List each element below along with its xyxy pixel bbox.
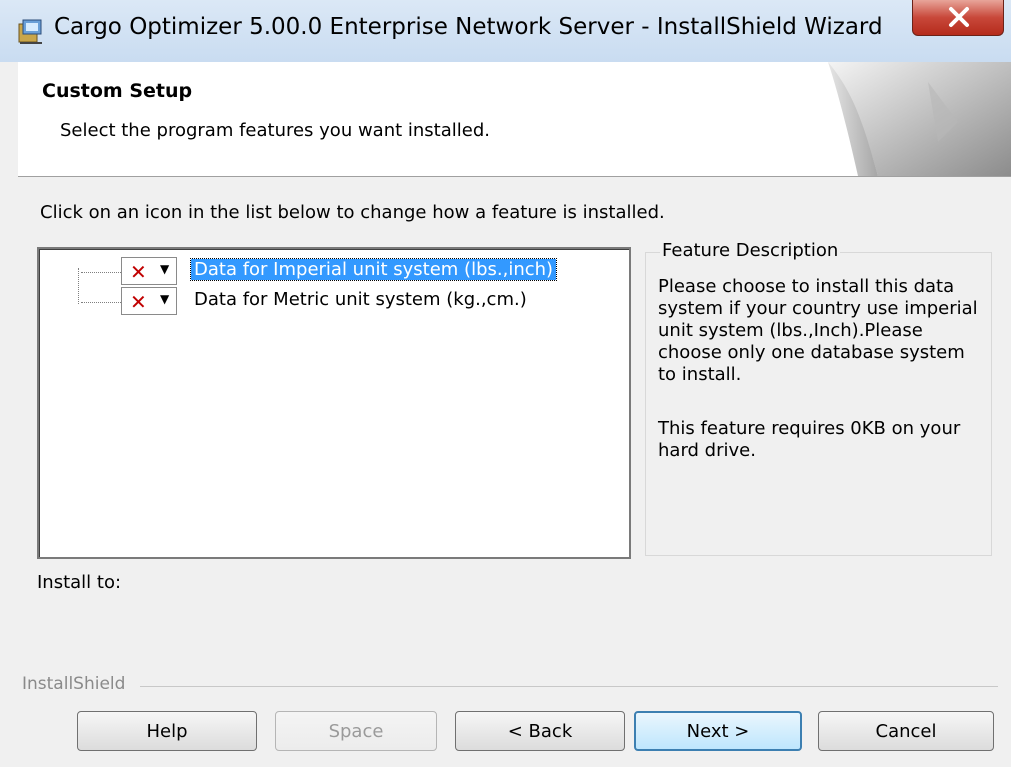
feature-install-state-dropdown[interactable]: ✕ ▼ bbox=[121, 257, 177, 285]
back-button[interactable]: < Back bbox=[455, 711, 625, 751]
page-curl-banner-graphic bbox=[828, 62, 1011, 176]
title-bar[interactable]: Cargo Optimizer 5.00.0 Enterprise Networ… bbox=[0, 0, 1011, 62]
dropdown-arrow-icon: ▼ bbox=[160, 262, 170, 276]
space-button[interactable]: Space bbox=[275, 711, 437, 751]
tree-connector-vertical bbox=[78, 268, 79, 304]
not-installed-x-icon: ✕ bbox=[130, 260, 147, 284]
feature-row-imperial[interactable]: ✕ ▼ Data for Imperial unit system (lbs.,… bbox=[39, 257, 629, 287]
help-button[interactable]: Help bbox=[77, 711, 257, 751]
page-title: Custom Setup bbox=[42, 80, 193, 102]
page-subtitle: Select the program features you want ins… bbox=[60, 120, 490, 141]
feature-label[interactable]: Data for Metric unit system (kg.,cm.) bbox=[191, 289, 530, 310]
install-to-label: Install to: bbox=[37, 572, 122, 593]
feature-label[interactable]: Data for Imperial unit system (lbs.,inch… bbox=[189, 258, 558, 281]
instruction-text: Click on an icon in the list below to ch… bbox=[40, 202, 665, 223]
feature-size-requirement: This feature requires 0KB on your hard d… bbox=[658, 418, 961, 461]
close-icon bbox=[949, 7, 969, 27]
feature-description-text: Please choose to install this data syste… bbox=[658, 276, 978, 385]
cancel-button[interactable]: Cancel bbox=[818, 711, 994, 751]
next-button[interactable]: Next > bbox=[634, 711, 802, 751]
window-title: Cargo Optimizer 5.00.0 Enterprise Networ… bbox=[54, 14, 883, 40]
installshield-brand: InstallShield bbox=[22, 674, 132, 694]
feature-row-metric[interactable]: ✕ ▼ Data for Metric unit system (kg.,cm.… bbox=[39, 287, 629, 317]
feature-install-state-dropdown[interactable]: ✕ ▼ bbox=[121, 287, 177, 315]
header-panel: Custom Setup Select the program features… bbox=[18, 62, 1011, 177]
dropdown-arrow-icon: ▼ bbox=[160, 292, 170, 306]
feature-description-title: Feature Description bbox=[660, 240, 841, 261]
feature-tree[interactable]: ✕ ▼ Data for Imperial unit system (lbs.,… bbox=[37, 247, 631, 559]
close-button[interactable] bbox=[912, 0, 1004, 36]
footer-divider bbox=[140, 686, 998, 687]
installshield-wizard-window: Cargo Optimizer 5.00.0 Enterprise Networ… bbox=[0, 0, 1011, 767]
installer-app-icon bbox=[18, 19, 42, 44]
not-installed-x-icon: ✕ bbox=[130, 290, 147, 314]
